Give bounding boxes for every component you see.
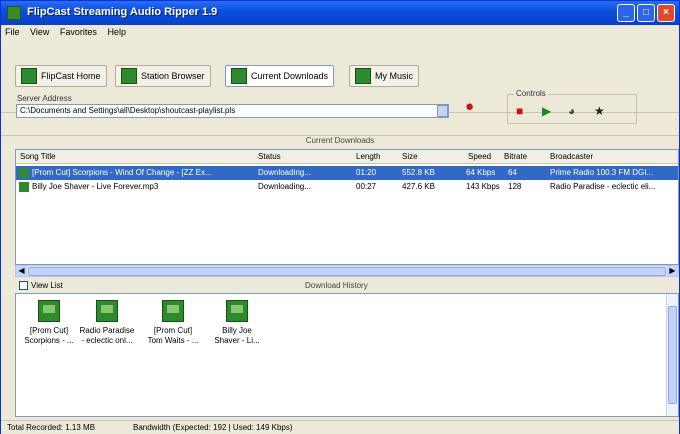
download-history-bar: View List Download History	[15, 279, 679, 292]
horizontal-scrollbar[interactable]: ◀ ▶	[15, 265, 679, 277]
record-icon[interactable]: ●	[465, 99, 474, 114]
current-downloads-header: Current Downloads	[1, 135, 679, 147]
status-bar: Total Recorded: 1.13 MB Bandwidth (Expec…	[1, 420, 679, 434]
table-row[interactable]: [Prom Cut] Scorpions - Wind Of Change - …	[16, 166, 678, 180]
downloads-table: Song Title Status Length Size Speed Bitr…	[15, 149, 679, 265]
table-header: Song Title Status Length Size Speed Bitr…	[16, 150, 678, 164]
total-recorded: Total Recorded: 1.13 MB	[7, 423, 96, 432]
audio-file-icon	[38, 300, 60, 322]
col-length[interactable]: Length	[356, 150, 380, 163]
music-icon	[355, 68, 371, 84]
audio-file-icon	[19, 168, 29, 178]
scroll-right-icon[interactable]: ▶	[667, 266, 678, 276]
scrollbar-thumb[interactable]	[668, 306, 677, 404]
menu-favorites[interactable]: Favorites	[56, 25, 101, 39]
col-bitrate[interactable]: Bitrate	[504, 150, 527, 163]
download-history-pane: [Prom Cut] Scorpions - ... Radio Paradis…	[15, 293, 679, 417]
window-title: FlipCast Streaming Audio Ripper 1.9	[27, 6, 218, 18]
scrollbar-thumb[interactable]	[28, 267, 666, 276]
menu-view[interactable]: View	[26, 25, 53, 39]
controls-group: Controls ■ ▶ ◕ ★	[507, 89, 637, 124]
table-row[interactable]: Billy Joe Shaver - Live Forever.mp3 Down…	[16, 180, 678, 194]
maximize-button[interactable]: □	[637, 4, 655, 22]
nav-current-downloads[interactable]: Current Downloads	[225, 65, 335, 87]
vertical-scrollbar[interactable]	[666, 294, 678, 416]
home-icon	[21, 68, 37, 84]
app-icon	[7, 6, 21, 20]
server-address-label: Server Address	[17, 94, 72, 103]
bandwidth-status: Bandwidth (Expected: 192 | Used: 149 Kbp…	[133, 423, 293, 432]
view-list-label: View List	[31, 281, 63, 290]
col-broadcaster[interactable]: Broadcaster	[550, 150, 593, 163]
col-status[interactable]: Status	[258, 150, 281, 163]
app-window: FlipCast Streaming Audio Ripper 1.9 _ □ …	[0, 0, 680, 434]
audio-file-icon	[19, 182, 29, 192]
audio-file-icon	[226, 300, 248, 322]
view-list-checkbox[interactable]	[19, 281, 28, 290]
menu-bar: File View Favorites Help	[1, 25, 679, 41]
history-item[interactable]: [Prom Cut] Scorpions - ...	[20, 300, 78, 346]
title-bar[interactable]: FlipCast Streaming Audio Ripper 1.9 _ □ …	[1, 1, 679, 25]
nav-flipcast-home[interactable]: FlipCast Home	[15, 65, 107, 87]
history-item[interactable]: [Prom Cut] Tom Waits - ...	[144, 300, 202, 346]
volume-icon[interactable]: ◕	[568, 105, 575, 117]
favorite-star-icon[interactable]: ★	[594, 105, 605, 117]
nav-station-browser[interactable]: Station Browser	[115, 65, 211, 87]
col-speed[interactable]: Speed	[468, 150, 491, 163]
radio-tower-icon	[121, 68, 137, 84]
download-history-header: Download History	[305, 281, 368, 290]
menu-help[interactable]: Help	[103, 25, 130, 39]
downloads-icon	[231, 68, 247, 84]
address-dropdown-button[interactable]	[437, 105, 448, 117]
col-song-title[interactable]: Song Title	[20, 150, 56, 163]
audio-file-icon	[96, 300, 118, 322]
scroll-left-icon[interactable]: ◀	[16, 266, 27, 276]
history-item[interactable]: Billy Joe Shaver - Li...	[208, 300, 266, 346]
minimize-button[interactable]: _	[617, 4, 635, 22]
nav-my-music[interactable]: My Music	[349, 65, 419, 87]
server-address-input[interactable]: C:\Documents and Settings\all\Desktop\sh…	[16, 104, 449, 118]
col-size[interactable]: Size	[402, 150, 418, 163]
controls-label: Controls	[514, 89, 548, 98]
stop-icon[interactable]: ■	[516, 105, 523, 117]
close-button[interactable]: ×	[657, 4, 675, 22]
menu-file[interactable]: File	[1, 25, 24, 39]
audio-file-icon	[162, 300, 184, 322]
history-item[interactable]: Radio Paradise - eclectic onl...	[78, 300, 136, 346]
play-icon[interactable]: ▶	[542, 105, 551, 117]
